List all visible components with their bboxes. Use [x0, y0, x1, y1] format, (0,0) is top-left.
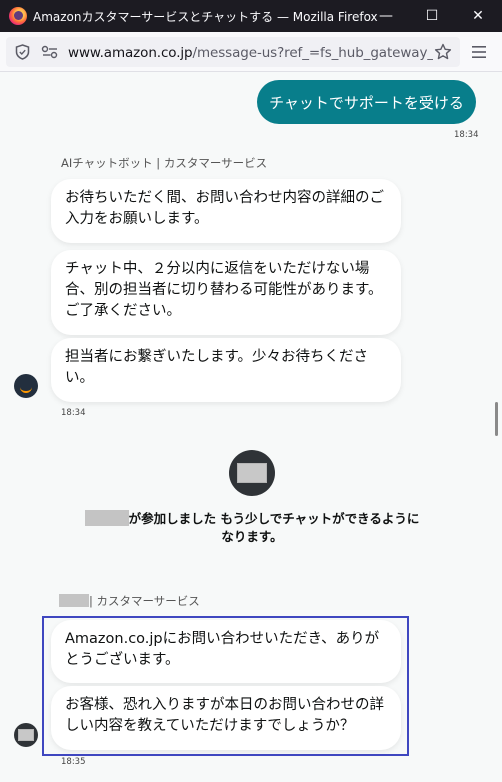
window-title: Amazonカスタマーサービスとチャットする — Mozilla Firefox: [33, 10, 378, 24]
highlight-frame: [42, 616, 409, 756]
shield-icon[interactable]: [14, 44, 30, 60]
bot-message-bubble: チャット中、２分以内に返信をいただけない場合、別の担当者に切り替わる可能性があり…: [51, 250, 401, 335]
redacted-agent-name: [59, 594, 89, 607]
firefox-logo-icon: [9, 7, 27, 25]
agent-small-avatar: [14, 723, 38, 747]
agent-joined-notice: が参加しました もう少しでチャットができるようになります。: [82, 510, 422, 546]
maximize-button[interactable]: ☐: [409, 0, 455, 32]
url-text[interactable]: www.amazon.co.jp/message-us?ref_=fs_hub_…: [68, 45, 433, 61]
user-message-bubble: チャットでサポートを受ける: [257, 80, 476, 124]
minimize-button[interactable]: —: [363, 0, 409, 32]
close-icon: ✕: [472, 8, 484, 24]
agent-avatar-placeholder: [237, 463, 267, 483]
url-domain: www.amazon.co.jp: [68, 45, 193, 61]
bot-message-bubble: お待ちいただく間、お問い合わせ内容の詳細のご入力をお願いします。: [51, 179, 401, 243]
user-message-text: チャットでサポートを受ける: [269, 93, 464, 112]
bot-message-text: 担当者にお繋ぎいたします。少々お待ちください。: [65, 349, 369, 386]
maximize-icon: ☐: [425, 8, 439, 24]
permissions-icon[interactable]: [41, 44, 59, 60]
agent-message-timestamp: 18:35: [61, 757, 86, 767]
agent-avatar-placeholder: [18, 729, 34, 741]
agent-sender-label: | カスタマーサービス: [59, 593, 200, 609]
url-bar[interactable]: www.amazon.co.jp/message-us?ref_=fs_hub_…: [6, 37, 460, 67]
close-button[interactable]: ✕: [455, 0, 501, 32]
navigation-bar: www.amazon.co.jp/message-us?ref_=fs_hub_…: [0, 32, 502, 72]
url-path: /message-us?ref_=fs_hub_gateway_mu&: [192, 45, 433, 61]
window-titlebar: Amazonカスタマーサービスとチャットする — Mozilla Firefox…: [0, 0, 502, 32]
bot-sender-label: AIチャットボット | カスタマーサービス: [61, 156, 268, 170]
agent-avatar: [229, 450, 275, 496]
redacted-agent-name: [84, 510, 129, 526]
agent-sender-text: | カスタマーサービス: [89, 594, 200, 608]
bot-message-text: チャット中、２分以内に返信をいただけない場合、別の担当者に切り替わる可能性があり…: [65, 261, 383, 319]
amazon-bot-avatar: [14, 374, 38, 398]
scrollbar-thumb[interactable]: [495, 402, 498, 436]
bookmark-star-icon[interactable]: [434, 43, 452, 61]
bot-message-timestamp: 18:34: [61, 408, 86, 418]
bot-message-bubble: 担当者にお繋ぎいたします。少々お待ちください。: [51, 338, 401, 402]
agent-joined-text: が参加しました もう少しでチャットができるようになります。: [128, 511, 420, 544]
bot-message-text: お待ちいただく間、お問い合わせ内容の詳細のご入力をお願いします。: [65, 190, 384, 227]
chat-page: チャットでサポートを受ける 18:34 AIチャットボット | カスタマーサービ…: [0, 72, 502, 782]
menu-icon[interactable]: [471, 44, 487, 60]
minimize-icon: —: [379, 8, 393, 24]
user-message-timestamp: 18:34: [454, 130, 479, 140]
